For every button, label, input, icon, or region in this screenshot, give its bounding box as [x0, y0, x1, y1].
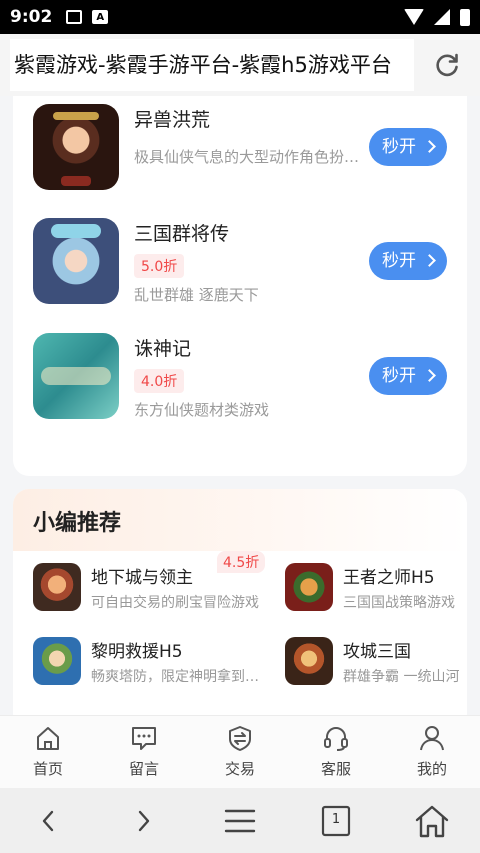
game-name: 攻城三国: [343, 641, 411, 662]
recommend-card: 小编推荐 4.5折 地下城与领主 可自由交易的刷宝冒险游戏 王者之师H5 三国国…: [13, 489, 467, 716]
game-item[interactable]: 三国群将传 5.0折 乱世群雄 逐鹿天下 秒开: [33, 218, 453, 306]
recommend-item[interactable]: 王者之师H5 三国国战策略游戏: [285, 559, 467, 615]
chevron-right-icon: [423, 254, 436, 267]
game-list-card: 异兽洪荒 极具仙侠气息的大型动作角色扮演游戏 秒开 三国群将传 5.0折 乱世群…: [13, 96, 467, 476]
recommend-info: 王者之师H5 三国国战策略游戏: [343, 563, 467, 612]
home-icon[interactable]: [410, 799, 454, 843]
recommend-title: 小编推荐: [33, 510, 122, 536]
recommend-info: 地下城与领主 可自由交易的刷宝冒险游戏: [91, 563, 271, 612]
signal-icon: [434, 9, 450, 25]
game-desc: 三国国战策略游戏: [343, 594, 455, 611]
game-icon[interactable]: [33, 104, 119, 190]
game-info: 三国群将传 5.0折 乱世群雄 逐鹿天下: [134, 218, 364, 305]
open-button-label: 秒开: [382, 366, 416, 386]
bottom-tab-bar: 首页 留言 交易 客服 我的: [0, 715, 480, 788]
forward-icon[interactable]: [122, 799, 166, 843]
tab-service[interactable]: 客服: [288, 716, 384, 788]
open-button-label: 秒开: [382, 251, 416, 271]
browser-nav-bar: 1: [0, 788, 480, 853]
tab-label: 首页: [32, 760, 63, 778]
open-button-label: 秒开: [382, 137, 416, 157]
tab-home[interactable]: 首页: [0, 716, 96, 788]
recommend-item[interactable]: 地下城与领主 可自由交易的刷宝冒险游戏: [33, 559, 273, 615]
tab-label: 我的: [416, 760, 447, 778]
game-desc: 群雄争霸 一统山河: [343, 668, 460, 685]
tab-trade[interactable]: 交易: [192, 716, 288, 788]
game-name: 异兽洪荒: [134, 109, 211, 131]
game-desc: 可自由交易的刷宝冒险游戏: [91, 594, 259, 611]
open-game-button[interactable]: 秒开: [369, 242, 447, 280]
game-item[interactable]: 异兽洪荒 极具仙侠气息的大型动作角色扮演游戏 秒开: [33, 104, 453, 192]
recommend-info: 黎明救援H5 畅爽塔防，限定神明拿到手软: [91, 637, 271, 686]
game-icon[interactable]: [285, 563, 333, 611]
game-desc: 乱世群雄 逐鹿天下: [134, 286, 259, 304]
content-area[interactable]: 异兽洪荒 极具仙侠气息的大型动作角色扮演游戏 秒开 三国群将传 5.0折 乱世群…: [0, 96, 480, 716]
open-game-button[interactable]: 秒开: [369, 357, 447, 395]
a-icon: A: [92, 10, 109, 24]
headset-icon: [322, 724, 350, 752]
trade-icon: [226, 724, 254, 752]
game-info: 异兽洪荒 极具仙侠气息的大型动作角色扮演游戏: [134, 104, 364, 167]
game-icon[interactable]: [285, 637, 333, 685]
status-time: 9:02: [10, 7, 53, 27]
game-desc: 东方仙侠题材类游戏: [134, 401, 270, 419]
discount-badge: 5.0折: [134, 254, 185, 278]
discount-badge: 4.0折: [134, 369, 185, 393]
chevron-right-icon: [423, 140, 436, 153]
game-name: 地下城与领主: [91, 567, 193, 588]
page-title: 紫霞游戏-紫霞手游平台-紫霞h5游戏平台: [10, 39, 414, 91]
tabs-count-button[interactable]: 1: [314, 799, 358, 843]
game-name: 王者之师H5: [343, 567, 435, 588]
recommend-item[interactable]: 攻城三国 群雄争霸 一统山河: [285, 633, 467, 689]
tab-label: 留言: [128, 760, 159, 778]
game-name: 诛神记: [134, 338, 192, 360]
refresh-icon[interactable]: [434, 52, 460, 78]
back-icon[interactable]: [26, 799, 70, 843]
game-icon[interactable]: [33, 637, 81, 685]
game-icon[interactable]: [33, 563, 81, 611]
menu-icon[interactable]: [218, 799, 262, 843]
game-icon[interactable]: [33, 218, 119, 304]
game-name: 黎明救援H5: [91, 641, 183, 662]
game-info: 诛神记 4.0折 东方仙侠题材类游戏: [134, 333, 364, 420]
game-icon[interactable]: [33, 333, 119, 419]
game-desc: 极具仙侠气息的大型动作角色扮演游戏: [134, 148, 364, 166]
recommend-header: 小编推荐: [13, 489, 467, 551]
image-icon: [66, 10, 83, 24]
chevron-right-icon: [423, 369, 436, 382]
home-icon: [34, 724, 62, 752]
tab-label: 交易: [224, 760, 255, 778]
wifi-icon: [404, 9, 424, 25]
game-name: 三国群将传: [134, 223, 230, 245]
open-game-button[interactable]: 秒开: [369, 128, 447, 166]
tab-mine[interactable]: 我的: [384, 716, 480, 788]
game-desc: 畅爽塔防，限定神明拿到手软: [91, 668, 271, 685]
recommend-info: 攻城三国 群雄争霸 一统山河: [343, 637, 467, 686]
tab-message[interactable]: 留言: [96, 716, 192, 788]
recommend-item[interactable]: 黎明救援H5 畅爽塔防，限定神明拿到手软: [33, 633, 273, 689]
status-bar: 9:02 A: [0, 0, 480, 34]
message-icon: [130, 724, 158, 752]
game-item[interactable]: 诛神记 4.0折 东方仙侠题材类游戏 秒开: [33, 333, 453, 421]
title-bar: 紫霞游戏-紫霞手游平台-紫霞h5游戏平台: [0, 34, 480, 96]
battery-icon: [460, 8, 470, 26]
user-icon: [418, 724, 446, 752]
tab-count: 1: [331, 811, 341, 827]
tab-label: 客服: [320, 760, 351, 778]
